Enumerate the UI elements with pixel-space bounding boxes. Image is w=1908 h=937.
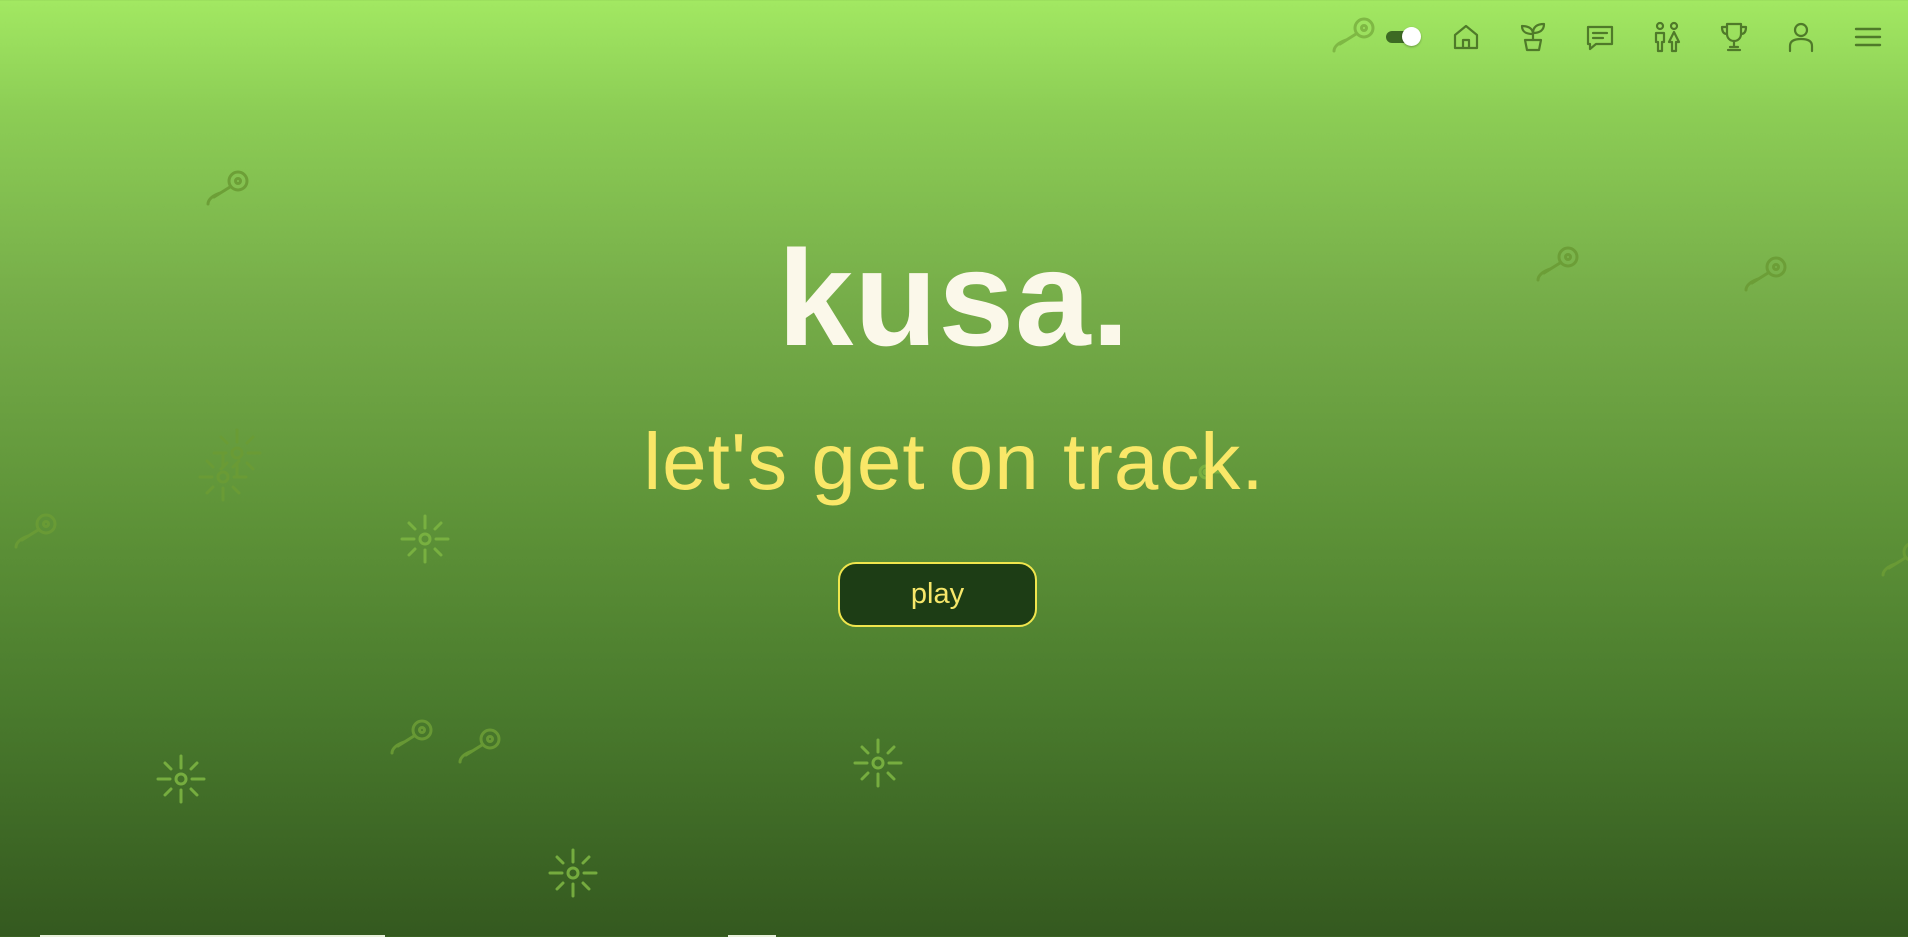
sparkle-icon [400, 514, 450, 564]
menu-icon[interactable] [1851, 20, 1885, 54]
play-button[interactable]: play [838, 562, 1037, 627]
toggle-knob [1402, 27, 1421, 46]
squiggle-icon [8, 510, 60, 554]
user-icon[interactable] [1784, 20, 1818, 54]
sprout-icon[interactable] [1516, 20, 1550, 54]
home-icon[interactable] [1449, 20, 1483, 54]
squiggle-icon [200, 167, 252, 211]
squiggle-icon [452, 725, 504, 769]
trophy-icon[interactable] [1717, 20, 1751, 54]
squiggle-icon [1875, 538, 1908, 582]
sparkle-icon [548, 848, 598, 898]
sparkle-icon [853, 738, 903, 788]
people-icon[interactable] [1650, 20, 1684, 54]
sparkle-icon [156, 754, 206, 804]
squiggle-icon [1326, 14, 1378, 58]
squiggle-icon [384, 716, 436, 760]
theme-toggle[interactable] [1386, 26, 1422, 48]
tagline: let's get on track. [643, 417, 1265, 506]
chat-icon[interactable] [1583, 20, 1617, 54]
brand-title: kusa. [777, 222, 1131, 374]
